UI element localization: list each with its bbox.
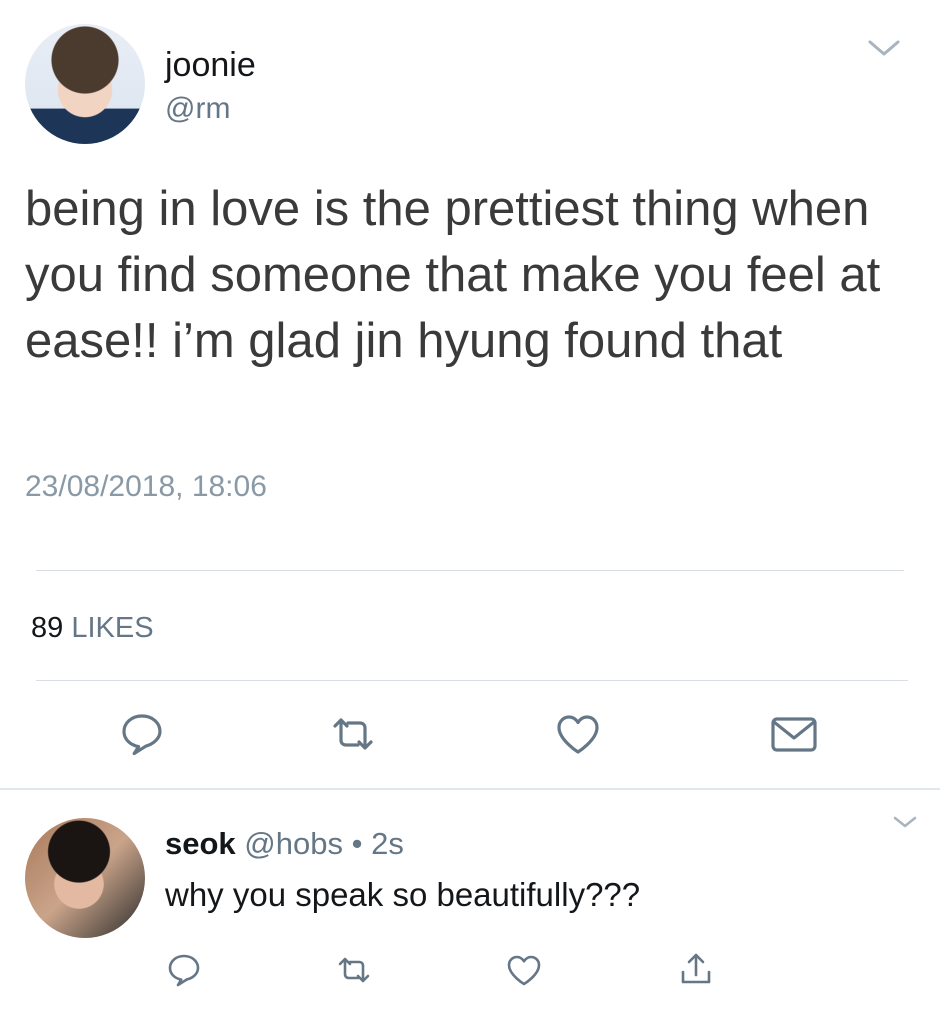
direct-message-icon xyxy=(771,717,817,752)
separator: • xyxy=(343,826,372,861)
tweet-text: being in love is the prettiest thing whe… xyxy=(25,182,881,368)
user-handle[interactable]: @rm xyxy=(165,92,230,126)
retweet-icon xyxy=(333,718,373,750)
likes-label: LIKES xyxy=(71,612,154,644)
like-icon xyxy=(507,955,541,986)
share-icon xyxy=(681,953,711,984)
timestamp: 23/08/2018, 18:06 xyxy=(25,470,267,503)
chevron-down-icon[interactable] xyxy=(866,36,902,60)
divider xyxy=(36,570,904,571)
reply-header: seok @hobs • 2s xyxy=(165,826,404,862)
display-name[interactable]: seok xyxy=(165,826,236,861)
reply-tweet[interactable]: seok @hobs • 2s why you speak so beautif… xyxy=(0,790,940,1024)
chevron-down-icon[interactable] xyxy=(892,814,918,830)
user-handle[interactable]: @hobs xyxy=(244,826,343,861)
reply-text: why you speak so beautifully??? xyxy=(165,876,641,913)
reply-icon xyxy=(122,714,162,756)
divider xyxy=(36,680,908,681)
retweet-button[interactable] xyxy=(327,708,379,760)
retweet-icon xyxy=(338,957,370,983)
likes-count: 89 xyxy=(31,612,64,644)
reply-button[interactable] xyxy=(164,950,204,990)
direct-message-button[interactable] xyxy=(768,708,820,760)
display-name[interactable]: joonie xyxy=(165,46,256,85)
retweet-button[interactable] xyxy=(334,950,374,990)
reply-icon xyxy=(168,954,200,987)
reply-button[interactable] xyxy=(116,708,168,760)
main-tweet: joonie @rm being in love is the pretties… xyxy=(0,0,940,790)
likes-stat[interactable]: 89 LIKES xyxy=(31,612,154,645)
avatar[interactable] xyxy=(25,818,145,938)
share-button[interactable] xyxy=(676,950,716,990)
like-button[interactable] xyxy=(504,950,544,990)
like-button[interactable] xyxy=(552,708,604,760)
like-icon xyxy=(557,715,599,754)
avatar[interactable] xyxy=(25,24,145,144)
time-ago: 2s xyxy=(371,826,404,861)
